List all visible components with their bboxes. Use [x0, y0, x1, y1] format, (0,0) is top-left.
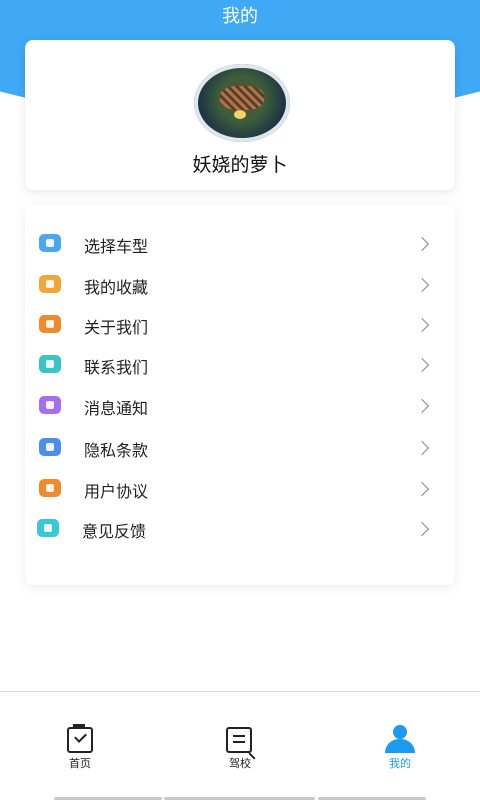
- nav-home[interactable]: 首页: [40, 724, 120, 775]
- menu-item-notifications[interactable]: 消息通知: [25, 387, 455, 427]
- page-title: 我的: [222, 6, 258, 27]
- chevron-right-icon: [414, 440, 430, 456]
- chevron-right-icon: [414, 277, 430, 293]
- bookmark-icon: [39, 275, 61, 293]
- menu-item-favorites[interactable]: 我的收藏: [25, 266, 455, 306]
- id-card-icon: [39, 479, 61, 497]
- menu-item-contact[interactable]: 联系我们: [25, 346, 455, 386]
- profile-card[interactable]: 妖娆的萝卜: [25, 40, 455, 190]
- menu-item-user-agreement[interactable]: 用户协议: [25, 470, 455, 510]
- chevron-right-icon: [414, 236, 430, 252]
- chevron-right-icon: [414, 481, 430, 497]
- avatar-food-detail: [220, 86, 264, 110]
- menu-item-label: 我的收藏: [84, 278, 149, 297]
- nav-label: 驾校: [229, 757, 251, 770]
- user-icon: [384, 725, 416, 753]
- home-icon: [67, 724, 93, 753]
- menu-item-label: 隐私条款: [84, 441, 149, 460]
- nav-driving-school[interactable]: 驾校: [200, 725, 280, 775]
- nav-me[interactable]: 我的: [360, 725, 440, 775]
- message-icon: [39, 396, 61, 414]
- info-icon: [39, 315, 61, 333]
- menu-item-about[interactable]: 关于我们: [25, 306, 455, 346]
- chevron-right-icon: [414, 357, 430, 373]
- menu-item-feedback[interactable]: 意见反馈: [25, 510, 455, 550]
- avatar[interactable]: [194, 64, 290, 142]
- menu-item-label: 意见反馈: [82, 522, 147, 541]
- menu-item-privacy[interactable]: 隐私条款: [25, 429, 455, 469]
- avatar-egg-detail: [234, 110, 246, 119]
- chevron-right-icon: [414, 521, 430, 537]
- menu-item-label: 关于我们: [84, 318, 149, 337]
- car-icon: [39, 234, 61, 252]
- mail-icon: [37, 519, 59, 537]
- username: 妖娆的萝卜: [192, 154, 288, 176]
- school-icon: [226, 727, 252, 753]
- menu-card: 选择车型 我的收藏 关于我们 联系我们 消息通知 隐私条款 用户协议 意见反馈: [25, 205, 455, 585]
- nav-label: 首页: [69, 757, 91, 770]
- shield-icon: [39, 438, 61, 456]
- menu-item-label: 联系我们: [84, 358, 149, 377]
- chevron-right-icon: [414, 398, 430, 414]
- menu-item-select-car[interactable]: 选择车型: [25, 225, 455, 265]
- menu-item-label: 用户协议: [84, 482, 149, 501]
- chevron-right-icon: [414, 317, 430, 333]
- phone-icon: [39, 355, 61, 373]
- bottom-navigation: 首页 驾校 我的: [0, 691, 480, 801]
- menu-item-label: 消息通知: [84, 399, 149, 418]
- menu-item-label: 选择车型: [84, 237, 149, 256]
- nav-label: 我的: [389, 757, 411, 770]
